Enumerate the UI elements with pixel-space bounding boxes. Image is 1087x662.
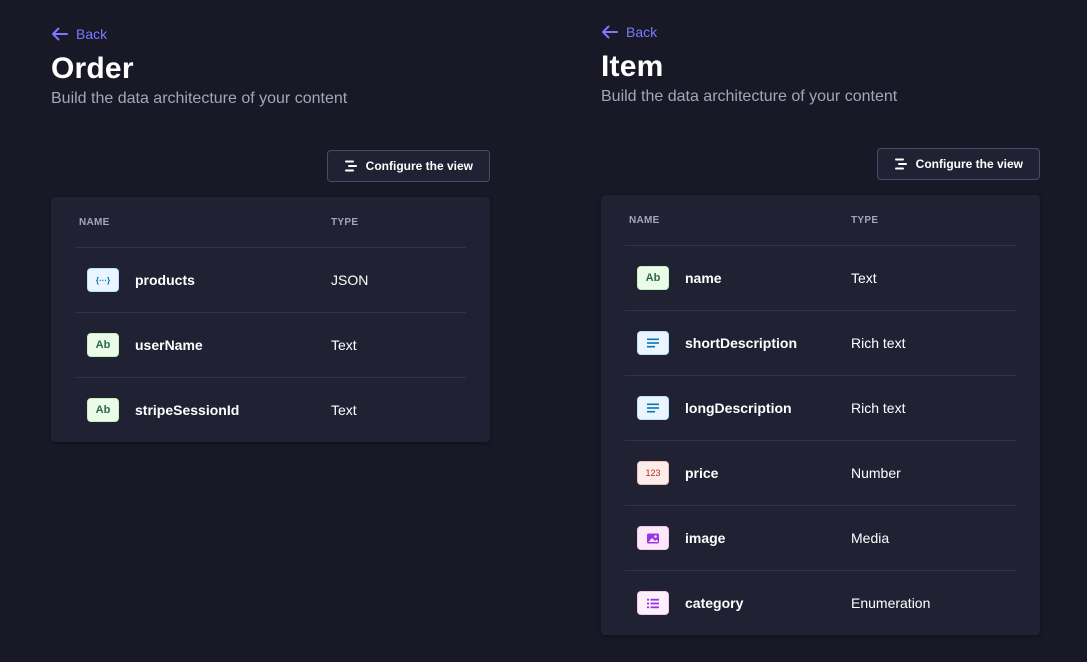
table-header: NAME TYPE: [625, 195, 1016, 246]
column-header-name: NAME: [629, 214, 660, 226]
field-name: shortDescription: [685, 335, 798, 351]
arrow-left-icon: [602, 25, 618, 39]
name-cell: image: [637, 526, 851, 550]
name-cell: Ab userName: [87, 333, 331, 357]
name-cell: {···} products: [87, 268, 331, 292]
table-row[interactable]: image Media: [625, 506, 1016, 571]
table-row[interactable]: 123 price Number: [625, 441, 1016, 506]
item-panel: Back Item Build the data architecture of…: [601, 22, 1040, 635]
list-settings-icon: [894, 158, 907, 170]
table-row[interactable]: Ab stripeSessionId Text: [75, 378, 466, 442]
rich-text-icon: [637, 396, 669, 420]
name-cell: Ab stripeSessionId: [87, 398, 331, 422]
back-link[interactable]: Back: [51, 24, 107, 44]
number-icon: 123: [637, 461, 669, 485]
field-name: price: [685, 465, 719, 481]
name-cell: 123 price: [637, 461, 851, 485]
name-cell: longDescription: [637, 396, 851, 420]
table-row[interactable]: {···} products JSON: [75, 248, 466, 313]
field-type: Text: [331, 337, 357, 353]
page-subtitle: Build the data architecture of your cont…: [51, 90, 348, 107]
page-title: Order: [51, 52, 134, 85]
json-icon: {···}: [87, 268, 119, 292]
field-name: image: [685, 530, 726, 546]
enumeration-icon: [637, 591, 669, 615]
list-settings-icon: [344, 160, 357, 172]
configure-row: Configure the view: [51, 150, 490, 182]
field-name: longDescription: [685, 400, 792, 416]
configure-row: Configure the view: [601, 148, 1040, 180]
column-header-type: TYPE: [331, 216, 359, 228]
table-row[interactable]: Ab name Text: [625, 246, 1016, 311]
fields-table: NAME TYPE Ab name Text shortDescription: [601, 195, 1040, 635]
table-row[interactable]: category Enumeration: [625, 571, 1016, 635]
rich-text-icon: [637, 331, 669, 355]
field-type: Rich text: [851, 400, 906, 416]
field-name: products: [135, 272, 195, 288]
name-cell: category: [637, 591, 851, 615]
field-type: JSON: [331, 272, 369, 288]
column-header-type: TYPE: [851, 214, 879, 226]
configure-view-button[interactable]: Configure the view: [876, 148, 1040, 180]
field-type: Text: [331, 402, 357, 418]
back-link[interactable]: Back: [601, 22, 657, 42]
order-panel: Back Order Build the data architecture o…: [51, 24, 490, 442]
name-cell: shortDescription: [637, 331, 851, 355]
back-label: Back: [76, 26, 108, 42]
field-name: category: [685, 595, 744, 611]
name-cell: Ab name: [637, 266, 851, 290]
field-name: userName: [135, 337, 203, 353]
configure-view-label: Configure the view: [915, 157, 1023, 171]
field-type: Number: [851, 465, 901, 481]
field-type: Text: [851, 270, 877, 286]
column-header-name: NAME: [79, 216, 110, 228]
table-row[interactable]: longDescription Rich text: [625, 376, 1016, 441]
back-label: Back: [626, 24, 658, 40]
field-type: Media: [851, 530, 890, 546]
configure-view-label: Configure the view: [365, 159, 473, 173]
media-icon: [637, 526, 669, 550]
field-name: name: [685, 270, 722, 286]
page-subtitle: Build the data architecture of your cont…: [601, 88, 898, 105]
field-name: stripeSessionId: [135, 402, 240, 418]
fields-table: NAME TYPE {···} products JSON Ab userNam…: [51, 197, 490, 442]
table-header: NAME TYPE: [75, 197, 466, 248]
table-row[interactable]: Ab userName Text: [75, 313, 466, 378]
field-type: Enumeration: [851, 595, 931, 611]
text-icon: Ab: [87, 398, 119, 422]
field-type: Rich text: [851, 335, 906, 351]
table-row[interactable]: shortDescription Rich text: [625, 311, 1016, 376]
text-icon: Ab: [637, 266, 669, 290]
configure-view-button[interactable]: Configure the view: [326, 150, 490, 182]
page-title: Item: [601, 50, 664, 83]
arrow-left-icon: [52, 27, 68, 41]
text-icon: Ab: [87, 333, 119, 357]
